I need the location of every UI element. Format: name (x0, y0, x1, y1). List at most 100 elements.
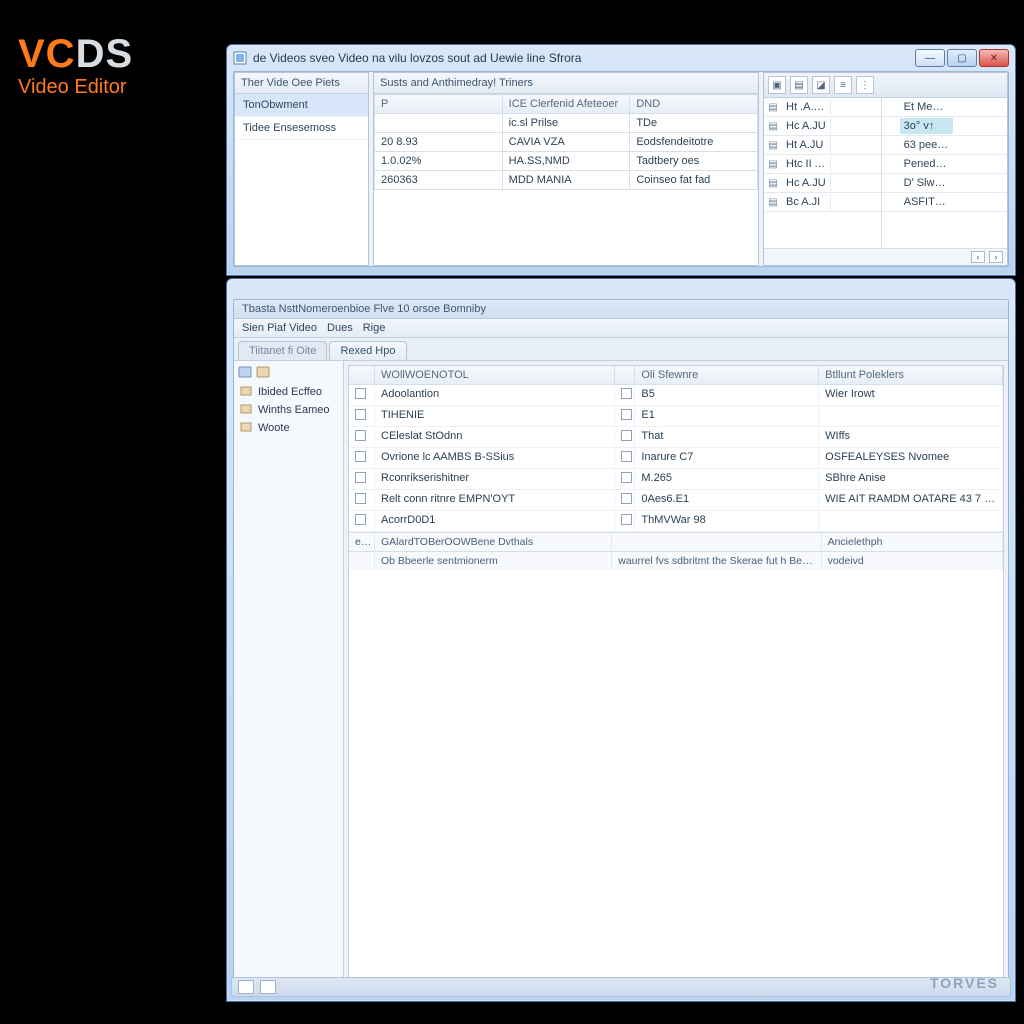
table-row[interactable]: AdoolantionB5Wier Irowt (349, 385, 1003, 406)
logo-acronym: VCDS (18, 34, 133, 74)
app-icon (233, 51, 247, 65)
property-value-row[interactable]: 63 peer TOR (882, 136, 1007, 155)
property-value-row[interactable]: ASFITUIB (882, 193, 1007, 212)
taskbar-icon[interactable] (238, 980, 254, 987)
menu-item[interactable]: Rige (363, 322, 386, 334)
checkbox[interactable] (621, 430, 632, 441)
data-grid[interactable]: PICE Clerfenid AfeteoerDNDic.sl PrilseTD… (374, 94, 758, 190)
table-row[interactable]: AcorrD0D1ThMVWar 98 (349, 511, 1003, 532)
property-list-right[interactable]: Et Mep lrtars3o° v↑63 peer TORPened FreE… (881, 98, 1007, 248)
nav-item[interactable]: TonObwment (235, 94, 368, 117)
folder-icon (240, 385, 254, 399)
checkbox[interactable] (355, 514, 366, 525)
maximize-button[interactable]: ▢ (947, 49, 977, 67)
status-cell (612, 533, 821, 551)
table-row[interactable]: 1.0.02%HA.SS,NMDTadtbery oes (375, 152, 758, 171)
inspector-next-button[interactable]: › (989, 251, 1003, 263)
window-video-detail: Tbasta NsttNomeroenbioe Flve 10 orsoe Bo… (226, 278, 1016, 1002)
inspector-tool-button[interactable]: ⋮ (856, 76, 874, 94)
tree-icon (256, 365, 270, 379)
tree-item[interactable]: Ibided Ecffeo (238, 383, 339, 401)
inspector-tool-button[interactable]: ▤ (790, 76, 808, 94)
status-cell (349, 552, 375, 570)
checkbox[interactable] (355, 472, 366, 483)
tree-icon (238, 365, 252, 379)
property-row[interactable]: ▤Ht .A.JU (764, 98, 881, 117)
tab[interactable]: Tiitanet fi Oite (238, 341, 327, 360)
window-controls: — ▢ ✕ (915, 49, 1009, 67)
column-header[interactable]: Btllunt Poleklers (819, 366, 1003, 384)
inspector-toolbar: ▣▤◪≡⋮ (764, 73, 1007, 98)
grid-column-header[interactable]: ICE Clerfenid Afeteoer (502, 95, 630, 114)
grid-column-header[interactable]: P (375, 95, 503, 114)
table-row[interactable]: CEleslat StOdnnThatWIffs (349, 427, 1003, 448)
window-video-browser: de Videos sveo Video na vilu lovzos sout… (226, 44, 1016, 276)
window-subtitle: Tbasta NsttNomeroenbioe Flve 10 orsoe Bo… (234, 300, 1008, 319)
folder-icon (240, 421, 254, 435)
column-header[interactable] (349, 366, 375, 384)
titlebar[interactable] (227, 279, 1015, 299)
menu-item[interactable]: Dues (327, 322, 353, 334)
checkbox[interactable] (621, 514, 632, 525)
folder-icon (240, 403, 254, 417)
table-row[interactable]: Ovrione lc AAMBS B-SSiusInarure C7OSFEAL… (349, 448, 1003, 469)
grid-panel: Susts and Anthimedray! Triners PICE Cler… (373, 72, 759, 266)
table-row[interactable]: ic.sl PrilseTDe (375, 114, 758, 133)
table-row[interactable]: 260363MDD MANIACoinseo fat fad (375, 171, 758, 190)
column-header[interactable] (615, 366, 635, 384)
property-row[interactable]: ▤Htc II A.JU (764, 155, 881, 174)
checkbox[interactable] (621, 388, 632, 399)
tree-item[interactable]: Winths Eameo (238, 401, 339, 419)
property-row[interactable]: ▤Ht A.JU (764, 136, 881, 155)
nav-header: Ther Vide Oee Piets (235, 73, 368, 94)
taskbar-icon[interactable] (260, 980, 276, 987)
checkbox[interactable] (621, 472, 632, 483)
minimize-button[interactable]: — (915, 49, 945, 67)
grid-header: Susts and Anthimedray! Triners (374, 73, 758, 94)
property-row[interactable]: ▤Hc A.JU (764, 174, 881, 193)
column-header[interactable]: Oli Sfewnre (635, 366, 819, 384)
inspector-footer: ‹ › (764, 248, 1007, 265)
property-value-row[interactable]: 3o° v↑ (882, 117, 1007, 136)
titlebar[interactable]: de Videos sveo Video na vilu lovzos sout… (227, 45, 1015, 71)
inspector-prev-button[interactable]: ‹ (971, 251, 985, 263)
status-cell: Ancielethph (822, 533, 1003, 551)
checkbox[interactable] (355, 430, 366, 441)
checkbox[interactable] (621, 451, 632, 462)
logo-part-b: DS (76, 32, 134, 76)
property-row[interactable]: ▤Bc A.JI (764, 193, 881, 212)
column-header[interactable]: WOllWOENOTOL (375, 366, 615, 384)
taskbar (233, 977, 1009, 987)
checkbox[interactable] (621, 493, 632, 504)
tab[interactable]: Rexed Hpo (329, 341, 406, 360)
menu-item[interactable]: Sien Piaf Video (242, 322, 317, 334)
status-cell: ea1 (349, 533, 375, 551)
checkbox[interactable] (355, 409, 366, 420)
checkbox[interactable] (355, 493, 366, 504)
status-cell: waurrel fvs sdbritmt the Skerae fut h Be… (612, 552, 821, 570)
status-cell: vodeivd (822, 552, 1003, 570)
close-button[interactable]: ✕ (979, 49, 1009, 67)
inspector-tool-button[interactable]: ≡ (834, 76, 852, 94)
checkbox[interactable] (355, 451, 366, 462)
detail-table: WOllWOENOTOL Oli SfewnreBtllunt Poleklers… (348, 365, 1004, 982)
property-list-left[interactable]: ▤Ht .A.JU▤Hc A.JU▤Ht A.JU▤Htc II A.JU▤Hc… (764, 98, 881, 248)
property-value-row[interactable]: D' Slwee:1 (882, 174, 1007, 193)
table-row[interactable]: TIHENIEE1 (349, 406, 1003, 427)
checkbox[interactable] (621, 409, 632, 420)
table-row[interactable]: RconrikserishitnerM.265SBhre Anise (349, 469, 1003, 490)
logo-subtitle: Video Editor (18, 76, 133, 99)
inspector-tool-button[interactable]: ◪ (812, 76, 830, 94)
property-value-row[interactable]: Et Mep lrtars (882, 98, 1007, 117)
tree-item[interactable]: Woote (238, 419, 339, 437)
side-tree: Ibided EcffeoWinths EameoWoote (234, 361, 344, 986)
inspector-tool-button[interactable]: ▣ (768, 76, 786, 94)
checkbox[interactable] (355, 388, 366, 399)
property-row[interactable]: ▤Hc A.JU (764, 117, 881, 136)
property-value-row[interactable]: Pened FreE (882, 155, 1007, 174)
table-row[interactable]: 20 8.93CAVIA VZAEodsfendeitotre (375, 133, 758, 152)
nav-item[interactable]: Tidee Ensesemoss (235, 117, 368, 140)
nav-list: TonObwmentTidee Ensesemoss (235, 94, 368, 140)
grid-column-header[interactable]: DND (630, 95, 758, 114)
table-row[interactable]: Relt conn ritnre EMPN'OYT0Aes6.E1WIE AIT… (349, 490, 1003, 511)
